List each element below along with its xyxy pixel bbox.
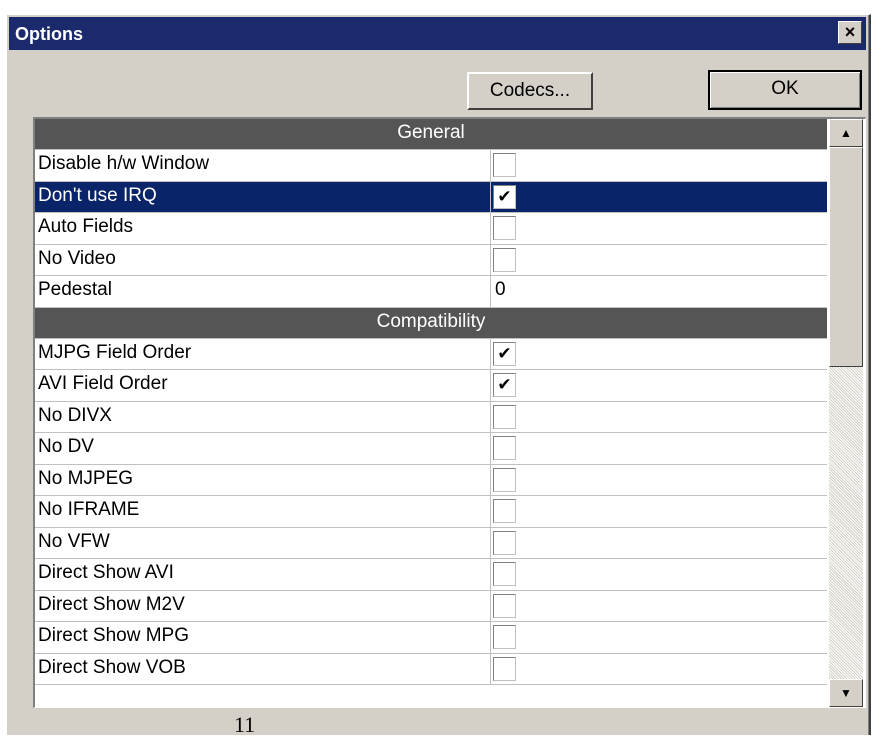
checkbox[interactable]: [493, 562, 516, 586]
vertical-scrollbar[interactable]: ▲ ▼: [829, 119, 863, 707]
option-label: No DV: [38, 436, 94, 457]
column-divider: [490, 653, 491, 684]
option-row[interactable]: No Video: [35, 244, 827, 276]
section-title: General: [397, 122, 465, 143]
column-divider: [490, 150, 491, 181]
window-title: Options: [15, 24, 83, 44]
checkmark-icon: ✔: [497, 375, 512, 394]
column-divider: [490, 433, 491, 464]
column-divider: [490, 244, 491, 275]
ok-button[interactable]: OK: [708, 70, 862, 110]
option-label: Direct Show VOB: [38, 656, 186, 678]
checkbox[interactable]: [493, 404, 516, 429]
checkbox[interactable]: [493, 530, 516, 555]
codecs-button[interactable]: Codecs...: [467, 72, 593, 110]
option-row[interactable]: Direct Show VOB: [35, 653, 827, 685]
checkbox[interactable]: [493, 656, 516, 681]
checkbox[interactable]: [493, 153, 516, 177]
option-label: Auto Fields: [38, 216, 134, 237]
section-title: Compatibility: [376, 310, 486, 332]
option-label: No VFW: [38, 530, 110, 552]
checkbox[interactable]: [493, 247, 516, 272]
scroll-up-icon[interactable]: ▲: [829, 119, 863, 147]
checkbox-checked[interactable]: ✔: [493, 373, 516, 397]
checkbox[interactable]: [493, 625, 516, 649]
option-label: No IFRAME: [38, 499, 140, 520]
section-header: Compatibility: [35, 307, 827, 339]
column-divider: [490, 464, 491, 495]
options-list: General Disable h/w Window Don't use IRQ ✔ A…: [35, 119, 827, 685]
column-divider: [490, 181, 491, 212]
option-row[interactable]: No DV: [35, 433, 827, 465]
option-row[interactable]: No DIVX: [35, 401, 827, 433]
close-button[interactable]: ×: [838, 21, 862, 44]
title-bar: Options ×: [9, 17, 866, 50]
option-row[interactable]: No VFW: [35, 527, 827, 559]
column-divider: [490, 401, 491, 432]
checkbox[interactable]: [493, 499, 516, 523]
checkbox[interactable]: [493, 216, 516, 240]
column-divider: [490, 622, 491, 653]
checkbox-checked[interactable]: ✔: [493, 341, 516, 366]
column-divider: [490, 527, 491, 558]
column-divider: [490, 559, 491, 590]
option-label: Don't use IRQ: [38, 184, 157, 206]
option-value-field[interactable]: 0: [495, 279, 506, 301]
option-label: No MJPEG: [38, 467, 134, 489]
option-row[interactable]: No IFRAME: [35, 496, 827, 528]
option-row[interactable]: Direct Show M2V: [35, 590, 827, 622]
option-row[interactable]: No MJPEG: [35, 464, 827, 496]
option-row[interactable]: Don't use IRQ ✔: [35, 181, 827, 213]
column-divider: [490, 213, 491, 244]
column-divider: [490, 590, 491, 621]
option-label: Direct Show M2V: [38, 593, 185, 615]
option-row[interactable]: Direct Show AVI: [35, 559, 827, 591]
scroll-thumb[interactable]: [829, 147, 863, 367]
option-label: No Video: [38, 247, 116, 269]
options-grid: General Disable h/w Window Don't use IRQ ✔ A…: [33, 117, 866, 708]
column-divider: [490, 370, 491, 401]
option-row[interactable]: Auto Fields: [35, 213, 827, 245]
option-label: No DIVX: [38, 404, 112, 426]
option-row[interactable]: Direct Show MPG: [35, 622, 827, 654]
option-label: MJPG Field Order: [38, 341, 192, 363]
option-label: AVI Field Order: [38, 373, 168, 394]
section-header: General: [35, 119, 827, 150]
option-row[interactable]: MJPG Field Order ✔: [35, 338, 827, 370]
checkbox[interactable]: [493, 467, 516, 492]
checkbox[interactable]: [493, 436, 516, 460]
checkbox[interactable]: [493, 593, 516, 618]
option-label: Direct Show MPG: [38, 625, 189, 646]
page-number: 11: [234, 712, 256, 737]
column-divider: [490, 496, 491, 527]
scroll-down-icon[interactable]: ▼: [829, 679, 863, 707]
options-dialog: Options × Codecs... OK General Disable h/…: [6, 14, 871, 735]
column-divider: [490, 276, 491, 307]
checkbox-checked[interactable]: ✔: [493, 184, 516, 209]
option-label: Disable h/w Window: [38, 153, 210, 174]
column-divider: [490, 338, 491, 369]
checkmark-icon: ✔: [497, 186, 512, 206]
option-label: Direct Show AVI: [38, 562, 174, 583]
option-row[interactable]: AVI Field Order ✔: [35, 370, 827, 402]
option-row[interactable]: Disable h/w Window: [35, 150, 827, 182]
option-label: Pedestal: [38, 279, 112, 300]
option-row[interactable]: Pedestal 0: [35, 276, 827, 308]
checkmark-icon: ✔: [497, 343, 512, 363]
